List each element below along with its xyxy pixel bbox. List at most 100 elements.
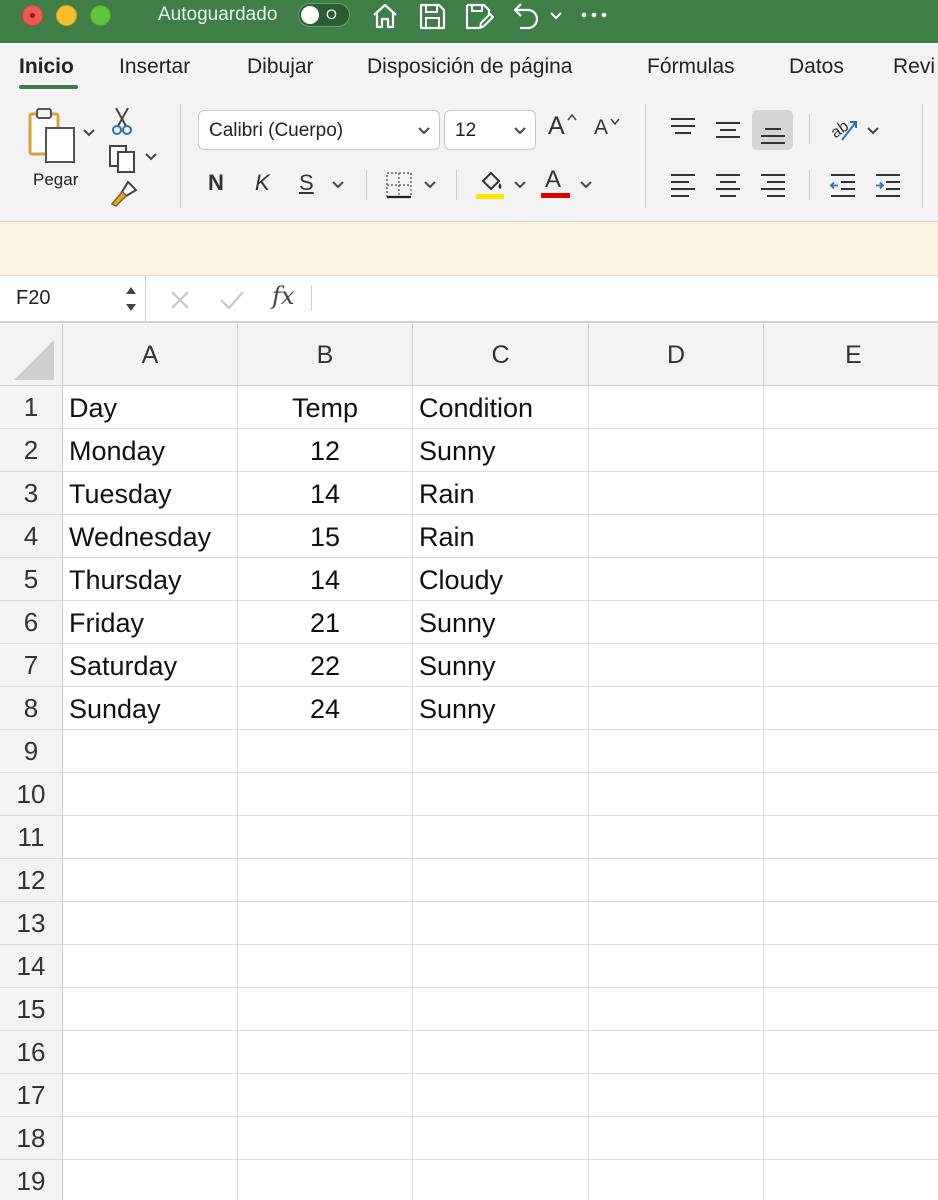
cell-b8[interactable]: 24 bbox=[238, 687, 413, 730]
cell-b4[interactable]: 15 bbox=[238, 515, 413, 558]
cell-c10[interactable] bbox=[413, 773, 589, 816]
cell-c8[interactable]: Sunny bbox=[413, 687, 589, 730]
close-window-button[interactable] bbox=[22, 5, 43, 26]
row-header-15[interactable]: 15 bbox=[0, 988, 63, 1031]
column-header-e[interactable]: E bbox=[764, 324, 938, 386]
tab-disposicion-de-pagina[interactable]: Disposición de página bbox=[367, 55, 572, 79]
cell-e7[interactable] bbox=[764, 644, 938, 687]
cell-d11[interactable] bbox=[589, 816, 764, 859]
tab-inicio[interactable]: Inicio bbox=[19, 55, 74, 79]
cell-a7[interactable]: Saturday bbox=[63, 644, 238, 687]
row-header-1[interactable]: 1 bbox=[0, 386, 63, 429]
cell-d2[interactable] bbox=[589, 429, 764, 472]
cell-c14[interactable] bbox=[413, 945, 589, 988]
cell-c17[interactable] bbox=[413, 1074, 589, 1117]
text-orientation-icon[interactable]: ab bbox=[828, 112, 862, 149]
underline-dropdown-chevron-icon[interactable] bbox=[331, 178, 345, 197]
cell-b15[interactable] bbox=[238, 988, 413, 1031]
decrease-indent-icon[interactable] bbox=[829, 172, 857, 203]
row-header-16[interactable]: 16 bbox=[0, 1031, 63, 1074]
cell-b7[interactable]: 22 bbox=[238, 644, 413, 687]
cell-e15[interactable] bbox=[764, 988, 938, 1031]
cell-e14[interactable] bbox=[764, 945, 938, 988]
cell-d14[interactable] bbox=[589, 945, 764, 988]
cell-c16[interactable] bbox=[413, 1031, 589, 1074]
tab-datos[interactable]: Datos bbox=[789, 55, 844, 79]
cell-b10[interactable] bbox=[238, 773, 413, 816]
select-all-button[interactable] bbox=[0, 324, 63, 386]
autosave-toggle[interactable]: O bbox=[298, 3, 350, 27]
cut-icon[interactable] bbox=[110, 106, 134, 141]
cell-e5[interactable] bbox=[764, 558, 938, 601]
name-box-stepper-icon[interactable] bbox=[124, 282, 138, 316]
cell-a19[interactable] bbox=[63, 1160, 238, 1200]
bold-button[interactable]: N bbox=[208, 170, 224, 196]
cell-c2[interactable]: Sunny bbox=[413, 429, 589, 472]
insert-function-icon[interactable]: fx bbox=[272, 282, 294, 310]
cell-a12[interactable] bbox=[63, 859, 238, 902]
grow-font-button[interactable]: A bbox=[548, 112, 580, 144]
cell-c13[interactable] bbox=[413, 902, 589, 945]
paste-dropdown-chevron-icon[interactable] bbox=[82, 126, 96, 145]
more-icon[interactable] bbox=[580, 0, 608, 32]
cell-e1[interactable] bbox=[764, 386, 938, 429]
cell-e9[interactable] bbox=[764, 730, 938, 773]
cell-a14[interactable] bbox=[63, 945, 238, 988]
undo-icon[interactable] bbox=[512, 0, 542, 32]
cell-d12[interactable] bbox=[589, 859, 764, 902]
cell-d18[interactable] bbox=[589, 1117, 764, 1160]
cell-d13[interactable] bbox=[589, 902, 764, 945]
borders-icon[interactable] bbox=[384, 170, 414, 205]
row-header-8[interactable]: 8 bbox=[0, 687, 63, 730]
cell-c18[interactable] bbox=[413, 1117, 589, 1160]
row-header-19[interactable]: 19 bbox=[0, 1160, 63, 1200]
cell-d1[interactable] bbox=[589, 386, 764, 429]
align-right-icon[interactable] bbox=[759, 172, 787, 203]
cell-d4[interactable] bbox=[589, 515, 764, 558]
cell-e6[interactable] bbox=[764, 601, 938, 644]
save-edit-icon[interactable] bbox=[464, 0, 494, 32]
minimize-window-button[interactable] bbox=[56, 5, 77, 26]
tab-insertar[interactable]: Insertar bbox=[119, 55, 190, 79]
row-header-5[interactable]: 5 bbox=[0, 558, 63, 601]
cell-e8[interactable] bbox=[764, 687, 938, 730]
align-bottom-button[interactable] bbox=[752, 110, 793, 150]
cell-a1[interactable]: Day bbox=[63, 386, 238, 429]
cell-e18[interactable] bbox=[764, 1117, 938, 1160]
cell-a3[interactable]: Tuesday bbox=[63, 472, 238, 515]
cell-c4[interactable]: Rain bbox=[413, 515, 589, 558]
home-icon[interactable] bbox=[370, 0, 400, 32]
underline-button[interactable]: S bbox=[299, 170, 314, 196]
cell-b17[interactable] bbox=[238, 1074, 413, 1117]
formula-input[interactable] bbox=[322, 282, 922, 316]
row-header-3[interactable]: 3 bbox=[0, 472, 63, 515]
row-header-7[interactable]: 7 bbox=[0, 644, 63, 687]
cell-c5[interactable]: Cloudy bbox=[413, 558, 589, 601]
cell-e3[interactable] bbox=[764, 472, 938, 515]
row-header-17[interactable]: 17 bbox=[0, 1074, 63, 1117]
cancel-entry-icon[interactable] bbox=[168, 288, 192, 312]
row-header-18[interactable]: 18 bbox=[0, 1117, 63, 1160]
cell-d3[interactable] bbox=[589, 472, 764, 515]
row-header-11[interactable]: 11 bbox=[0, 816, 63, 859]
column-header-a[interactable]: A bbox=[63, 324, 238, 386]
font-size-dropdown[interactable]: 12 bbox=[444, 110, 536, 150]
maximize-window-button[interactable] bbox=[90, 5, 111, 26]
cell-c7[interactable]: Sunny bbox=[413, 644, 589, 687]
cell-a15[interactable] bbox=[63, 988, 238, 1031]
cell-b5[interactable]: 14 bbox=[238, 558, 413, 601]
cell-b19[interactable] bbox=[238, 1160, 413, 1200]
cell-c3[interactable]: Rain bbox=[413, 472, 589, 515]
cell-b3[interactable]: 14 bbox=[238, 472, 413, 515]
borders-dropdown-chevron-icon[interactable] bbox=[423, 178, 437, 197]
cell-a9[interactable] bbox=[63, 730, 238, 773]
row-header-9[interactable]: 9 bbox=[0, 730, 63, 773]
cell-e16[interactable] bbox=[764, 1031, 938, 1074]
cell-a18[interactable] bbox=[63, 1117, 238, 1160]
shrink-font-button[interactable]: A bbox=[594, 116, 624, 146]
cell-c11[interactable] bbox=[413, 816, 589, 859]
align-top-icon[interactable] bbox=[669, 116, 697, 145]
cell-b6[interactable]: 21 bbox=[238, 601, 413, 644]
cell-d15[interactable] bbox=[589, 988, 764, 1031]
cell-d16[interactable] bbox=[589, 1031, 764, 1074]
